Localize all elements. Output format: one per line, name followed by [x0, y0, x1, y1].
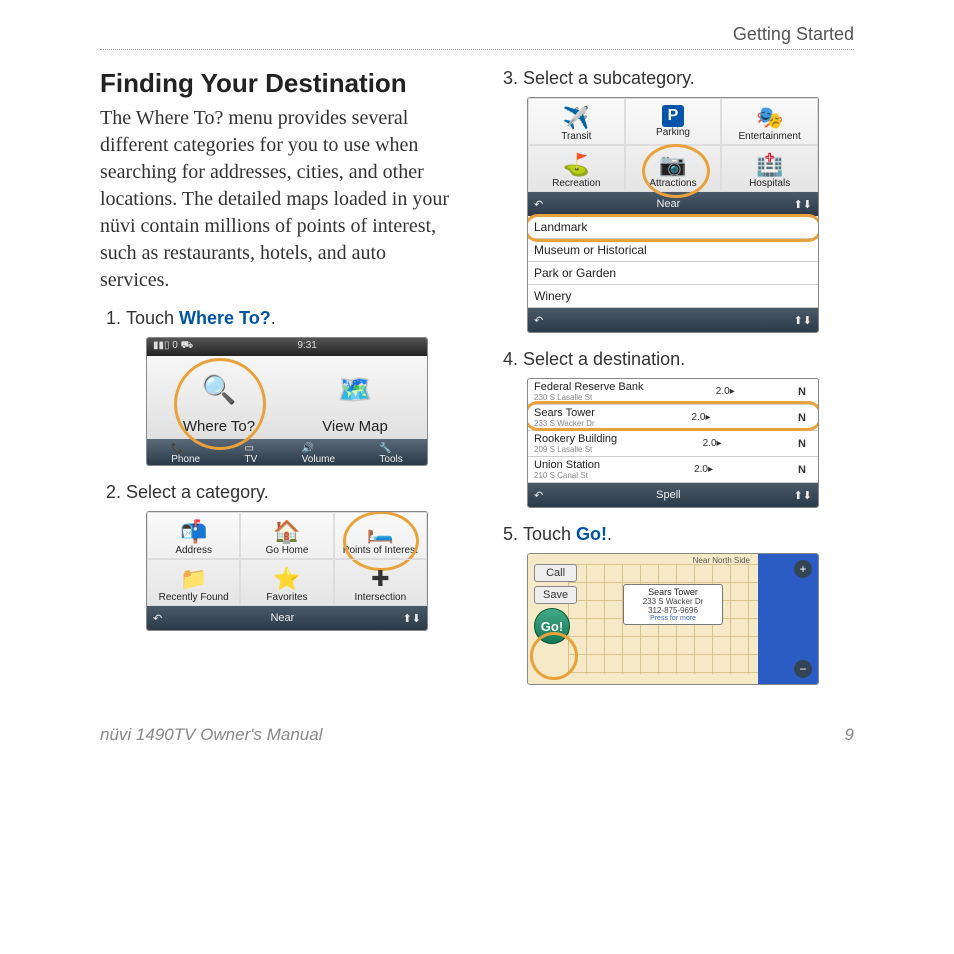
category-go-home[interactable]: 🏠 Go Home — [240, 512, 333, 559]
screenshot-subcategories: ✈️ Transit P Parking 🎭 Entertainment — [527, 97, 819, 333]
list-item-museum[interactable]: Museum or Historical — [528, 239, 818, 262]
tv-icon[interactable]: ▭TV — [245, 443, 258, 461]
parking-icon: P — [662, 105, 684, 127]
step-1: Touch Where To?. ▮▮▯ 0 ⛟ 9:31 🔍 — [126, 308, 457, 466]
nav-bar: ↶ Near ⬆ ⬇ — [147, 606, 427, 630]
spell-tab[interactable]: Spell — [543, 489, 793, 501]
home-toolbar: 📞Phone ▭TV 🔊Volume 🔧Tools — [147, 439, 427, 465]
clock: 9:31 — [297, 340, 316, 354]
hospital-icon: 🏥 — [724, 152, 815, 178]
go-highlight — [530, 632, 578, 680]
link-go: Go! — [576, 524, 607, 544]
section-header: Getting Started — [100, 24, 854, 50]
save-button[interactable]: Save — [534, 586, 577, 604]
manual-title: nüvi 1490TV Owner's Manual — [100, 725, 322, 745]
page-number: 9 — [845, 725, 854, 745]
nav-bar-dest: ↶ Spell ⬆ ⬇ — [528, 483, 818, 507]
step-3: Select a subcategory. ✈️ Transit P Parki… — [523, 68, 854, 333]
category-intersection[interactable]: ✚ Intersection — [334, 559, 427, 606]
signal-icon: ▮▮▯ 0 ⛟ — [153, 340, 193, 354]
dest-row-2[interactable]: Rookery Building209 S Lasalle St 2.0▸ N — [528, 431, 818, 457]
screenshot-map: Near North Side Call Save Go! Sears Towe… — [527, 553, 819, 685]
map-view[interactable]: Near North Side Call Save Go! Sears Towe… — [528, 554, 818, 684]
device-status-bar: ▮▮▯ 0 ⛟ 9:31 — [147, 338, 427, 356]
subcat-hospitals[interactable]: 🏥 Hospitals — [721, 145, 818, 192]
subcat-attractions[interactable]: 📷 Attractions — [625, 145, 722, 192]
house-icon: 🏠 — [243, 519, 330, 545]
link-where-to: Where To? — [179, 308, 271, 328]
view-map-button[interactable]: 🗺️ View Map — [300, 364, 410, 435]
up-icon[interactable]: ⬆ — [794, 198, 803, 211]
screenshot-home: ▮▮▯ 0 ⛟ 9:31 🔍 Where To? 🗺️ — [146, 337, 428, 466]
step-5: Touch Go!. Near North Side Call Save Go! — [523, 524, 854, 685]
masks-icon: 🎭 — [724, 105, 815, 131]
down-icon[interactable]: ⬇ — [803, 314, 812, 327]
up-icon[interactable]: ⬆ — [794, 489, 803, 502]
back-icon[interactable]: ↶ — [534, 314, 543, 327]
down-icon[interactable]: ⬇ — [803, 198, 812, 211]
down-icon[interactable]: ⬇ — [803, 489, 812, 502]
back-icon[interactable]: ↶ — [534, 489, 543, 502]
dest-row-3[interactable]: Union Station210 S Canal St 2.0▸ N — [528, 457, 818, 483]
zoom-in-button[interactable]: + — [794, 560, 812, 578]
star-icon: ⭐ — [243, 566, 330, 592]
map-label-area: Near North Side — [693, 556, 750, 565]
volume-icon[interactable]: 🔊Volume — [302, 443, 335, 461]
phone-icon[interactable]: 📞Phone — [171, 443, 200, 461]
step-4: Select a destination. Federal Reserve Ba… — [523, 349, 854, 508]
near-tab[interactable]: Near — [543, 198, 793, 210]
back-icon[interactable]: ↶ — [153, 612, 162, 625]
intersection-icon: ✚ — [337, 566, 424, 592]
page-footer: nüvi 1490TV Owner's Manual 9 — [100, 725, 854, 745]
plane-icon: ✈️ — [531, 105, 622, 131]
near-tab[interactable]: Near — [162, 612, 402, 624]
page-title: Finding Your Destination — [100, 68, 457, 99]
category-address[interactable]: 📬 Address — [147, 512, 240, 559]
envelope-icon: 📬 — [150, 519, 237, 545]
call-button[interactable]: Call — [534, 564, 577, 582]
subcat-recreation[interactable]: ⛳ Recreation — [528, 145, 625, 192]
subcat-transit[interactable]: ✈️ Transit — [528, 98, 625, 145]
category-poi[interactable]: 🛏️ Points of Interest — [334, 512, 427, 559]
back-icon[interactable]: ↶ — [534, 198, 543, 211]
down-icon[interactable]: ⬇ — [412, 612, 421, 625]
golf-icon: ⛳ — [531, 152, 622, 178]
nav-bar-list: ↶ ⬆ ⬇ — [528, 308, 818, 332]
category-favorites[interactable]: ⭐ Favorites — [240, 559, 333, 606]
folder-icon: 📁 — [150, 566, 237, 592]
step-2: Select a category. 📬 Address 🏠 Go Home — [126, 482, 457, 631]
map-callout[interactable]: Sears Tower 233 S Wacker Dr 312-875-9696… — [623, 584, 723, 625]
up-icon[interactable]: ⬆ — [794, 314, 803, 327]
category-recent[interactable]: 📁 Recently Found — [147, 559, 240, 606]
list-item-winery[interactable]: Winery — [528, 285, 818, 308]
intro-paragraph: The Where To? menu provides several diff… — [100, 105, 457, 294]
list-item-park[interactable]: Park or Garden — [528, 262, 818, 285]
tools-icon[interactable]: 🔧Tools — [379, 443, 402, 461]
zoom-out-button[interactable]: − — [794, 660, 812, 678]
subcat-parking[interactable]: P Parking — [625, 98, 722, 145]
where-to-button[interactable]: 🔍 Where To? — [164, 364, 274, 435]
map-icon: 🗺️ — [330, 364, 380, 414]
subcat-entertainment[interactable]: 🎭 Entertainment — [721, 98, 818, 145]
screenshot-destinations: Federal Reserve Bank230 S Lasalle St 2.0… — [527, 378, 819, 508]
up-icon[interactable]: ⬆ — [403, 612, 412, 625]
screenshot-categories: 📬 Address 🏠 Go Home 🛏️ Points of Interes — [146, 511, 428, 631]
